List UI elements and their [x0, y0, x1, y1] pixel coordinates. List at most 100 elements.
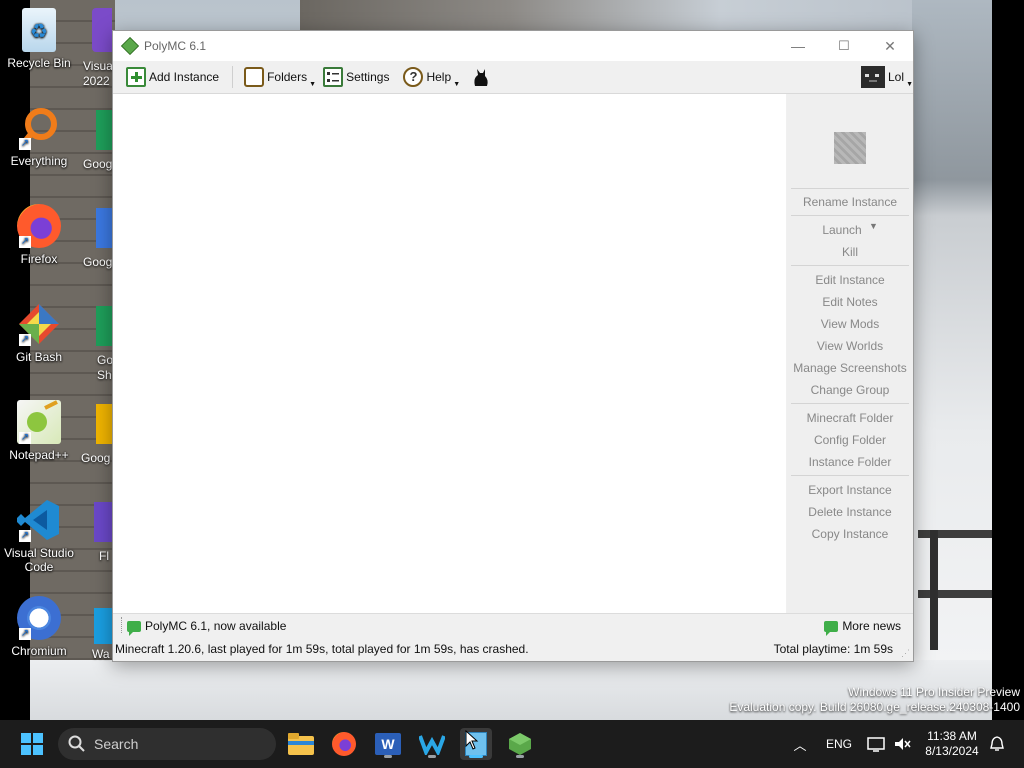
- resize-grip-icon[interactable]: ⋰: [901, 648, 910, 659]
- desktop-icon-chromium[interactable]: ↗ Chromium: [0, 596, 78, 658]
- news-item-button[interactable]: PolyMC 6.1, now available: [127, 619, 287, 637]
- google-app-icon[interactable]: [96, 306, 112, 346]
- copy-instance-button[interactable]: Copy Instance: [787, 527, 913, 541]
- help-label: Help: [426, 70, 452, 84]
- folders-label: Folders: [267, 70, 308, 84]
- start-button[interactable]: [16, 728, 48, 760]
- export-instance-button[interactable]: Export Instance: [787, 483, 913, 497]
- help-button[interactable]: ? Help ▼: [400, 64, 460, 90]
- desktop-icon-label: Everything: [10, 154, 68, 168]
- polymc-taskbar-button[interactable]: [504, 728, 536, 760]
- app-icon[interactable]: [94, 502, 112, 542]
- firefox-icon: ↗: [17, 204, 61, 248]
- svg-text:♻: ♻: [30, 21, 48, 43]
- app-taskbar-button[interactable]: [416, 728, 448, 760]
- desktop-icon-label-partial: Wa: [92, 647, 110, 661]
- maximize-button[interactable]: ☐: [821, 31, 867, 61]
- desktop-icon-vscode[interactable]: ↗ Visual Studio Code: [0, 498, 78, 574]
- change-group-button[interactable]: Change Group: [787, 383, 913, 397]
- search-placeholder: Search: [94, 736, 139, 752]
- add-instance-button[interactable]: Add Instance: [123, 64, 222, 90]
- side-separator: [791, 215, 909, 216]
- google-app-icon[interactable]: [96, 208, 112, 248]
- launch-dropdown-caret-icon[interactable]: ▼: [869, 221, 878, 231]
- instance-list-area[interactable]: [113, 94, 786, 613]
- minecraft-folder-button[interactable]: Minecraft Folder: [787, 411, 913, 425]
- news-item-label: PolyMC 6.1, now available: [145, 619, 287, 633]
- app-icon[interactable]: [94, 608, 112, 644]
- edit-notes-button[interactable]: Edit Notes: [787, 295, 913, 309]
- minimize-button[interactable]: —: [775, 31, 821, 61]
- view-mods-button[interactable]: View Mods: [787, 317, 913, 331]
- instance-icon[interactable]: [834, 132, 866, 164]
- delete-instance-button[interactable]: Delete Instance: [787, 505, 913, 519]
- add-instance-icon: [126, 67, 146, 87]
- chromium-icon: ↗: [17, 596, 61, 640]
- help-icon: ?: [403, 67, 424, 87]
- config-folder-button[interactable]: Config Folder: [787, 433, 913, 447]
- desktop-icon-label-partial: Goog: [83, 157, 113, 171]
- settings-button[interactable]: Settings: [320, 64, 392, 90]
- desktop-icon-notepad-plus-plus[interactable]: ↗ Notepad++: [0, 400, 78, 462]
- firefox-taskbar-button[interactable]: [328, 728, 360, 760]
- running-indicator: [428, 755, 436, 758]
- launch-button[interactable]: Launch: [779, 223, 905, 237]
- google-app-icon[interactable]: [96, 110, 112, 150]
- more-news-button[interactable]: More news: [824, 619, 901, 637]
- word-taskbar-button[interactable]: W: [372, 728, 404, 760]
- visual-studio-icon[interactable]: [92, 8, 112, 52]
- clock-date: 8/13/2024: [925, 744, 979, 758]
- background-scene-top: [300, 0, 1000, 30]
- edit-instance-button[interactable]: Edit Instance: [787, 273, 913, 287]
- notification-bell-icon[interactable]: [986, 720, 1008, 768]
- news-bar-handle: [121, 617, 125, 633]
- taskbar-search-box[interactable]: Search: [58, 728, 276, 760]
- manage-screenshots-button[interactable]: Manage Screenshots: [787, 361, 913, 375]
- desktop-icon-git-bash[interactable]: ↗ Git Bash: [0, 302, 78, 364]
- notepad-plus-plus-icon: ↗: [17, 400, 61, 444]
- dropdown-caret-icon: ▼: [453, 81, 461, 88]
- cat-button[interactable]: [466, 64, 494, 90]
- shortcut-arrow-icon: ↗: [19, 432, 31, 444]
- settings-label: Settings: [346, 70, 390, 84]
- background-scene-right: [912, 0, 992, 720]
- desktop-icon-label: Visual Studio Code: [4, 546, 74, 574]
- news-bar: PolyMC 6.1, now available More news: [113, 613, 913, 638]
- settings-icon: [323, 67, 344, 87]
- kill-button[interactable]: Kill: [787, 245, 913, 259]
- running-indicator: [516, 755, 524, 758]
- desktop-icon-recycle-bin[interactable]: ♻ Recycle Bin: [0, 8, 78, 70]
- dropdown-caret-icon: ▼: [906, 81, 913, 88]
- app-w-icon: [419, 735, 445, 755]
- watermark-line-2: Evaluation copy. Build 26080.ge_release.…: [729, 700, 1020, 714]
- desktop-icon-label-partial: Sh: [97, 368, 112, 382]
- window-title: PolyMC 6.1: [144, 39, 207, 53]
- instance-folder-button[interactable]: Instance Folder: [787, 455, 913, 469]
- google-app-icon[interactable]: [96, 404, 112, 444]
- language-indicator[interactable]: ENG: [822, 720, 856, 768]
- desktop-icon-label: Recycle Bin: [7, 56, 71, 70]
- title-bar[interactable]: PolyMC 6.1 — ☐ ✕: [113, 31, 913, 61]
- show-hidden-icons-chevron-icon[interactable]: ︿: [788, 720, 812, 768]
- desktop-icon-firefox[interactable]: ↗ Firefox: [0, 204, 78, 266]
- file-explorer-button[interactable]: [285, 728, 317, 760]
- volume-muted-icon[interactable]: [890, 720, 914, 768]
- side-separator: [791, 403, 909, 404]
- side-separator: [791, 188, 909, 189]
- clock[interactable]: 11:38 AM 8/13/2024: [920, 720, 984, 768]
- account-button[interactable]: Lol ▼: [858, 64, 913, 90]
- network-icon[interactable]: [864, 720, 888, 768]
- desktop-icon-label: Git Bash: [15, 350, 63, 364]
- view-worlds-button[interactable]: View Worlds: [787, 339, 913, 353]
- shortcut-arrow-icon: ↗: [19, 628, 31, 640]
- desktop-icon-everything[interactable]: ↗ Everything: [0, 106, 78, 168]
- folders-button[interactable]: Folders ▼: [241, 64, 316, 90]
- instance-side-panel: Rename Instance Launch ▼ Kill Edit Insta…: [787, 94, 913, 613]
- rename-instance-button[interactable]: Rename Instance: [787, 195, 913, 209]
- desktop-icon-label: Notepad++: [9, 448, 69, 462]
- desktop-icon-label: Chromium: [11, 644, 67, 658]
- close-button[interactable]: ✕: [867, 31, 913, 61]
- active-indicator: [469, 755, 483, 758]
- polymc-app-icon: [120, 36, 140, 56]
- more-news-label: More news: [842, 619, 901, 633]
